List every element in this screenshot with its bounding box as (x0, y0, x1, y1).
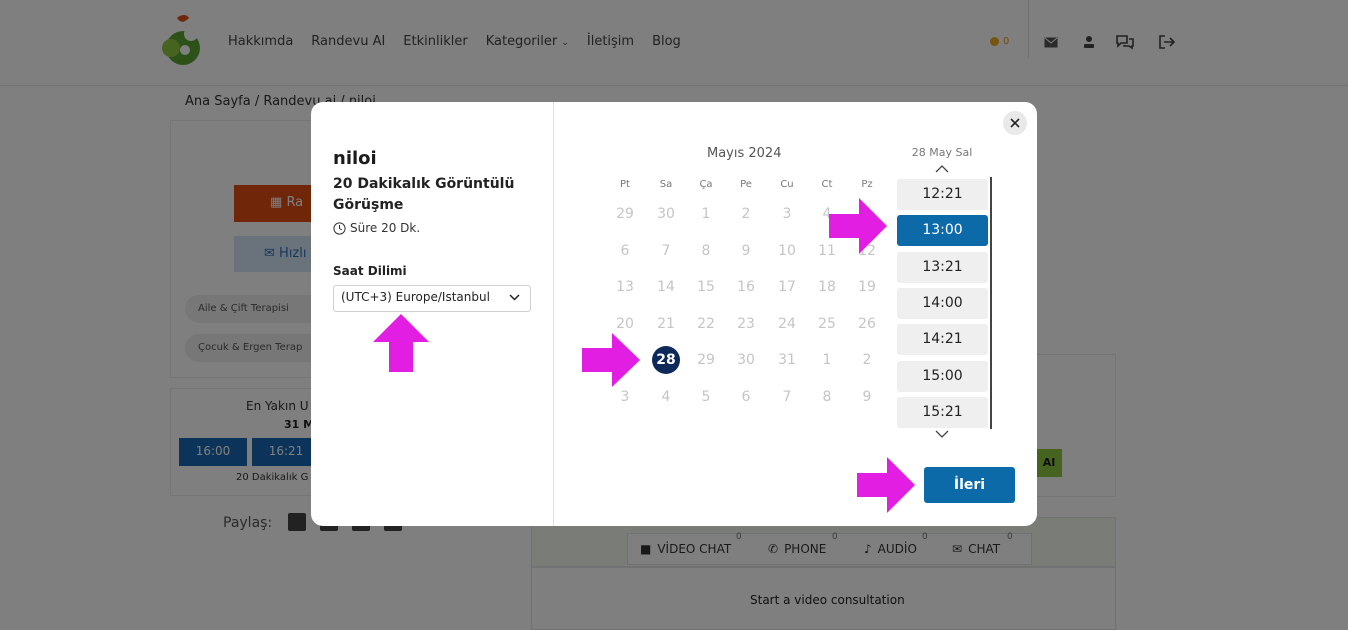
timezone-label: Saat Dilimi (333, 264, 407, 278)
close-button[interactable] (1003, 111, 1027, 135)
slot-date-label: 28 May Sal (911, 146, 973, 159)
calendar-day: 26 (858, 315, 876, 332)
weekday-header: Pt (620, 179, 630, 190)
calendar-day: 2 (741, 206, 751, 222)
calendar-day: 3 (782, 206, 792, 222)
weekday-header: Pz (861, 179, 873, 190)
calendar-day: 1 (701, 206, 711, 222)
calendar-day: 9 (741, 242, 751, 259)
timezone-select[interactable]: (UTC+3) Europe/Istanbul (333, 285, 531, 312)
calendar-day: 6 (620, 242, 630, 259)
duration-text: Süre 20 Dk. (350, 221, 421, 235)
arrow-right-icon (582, 333, 640, 387)
chevron-up-icon[interactable] (935, 164, 949, 173)
calendar-day: 16 (737, 279, 755, 295)
calendar-day: 2 (862, 352, 872, 368)
calendar-day: 23 (737, 315, 755, 332)
time-slot[interactable]: 14:00 (897, 287, 988, 319)
calendar-day: 9 (862, 388, 872, 405)
calendar-day: 6 (741, 388, 751, 405)
time-slot[interactable]: 14:21 (897, 324, 988, 356)
calendar-day: 15 (697, 279, 715, 295)
time-slot[interactable]: 13:21 (897, 251, 988, 283)
calendar-day: 13 (616, 279, 634, 295)
calendar-day: 14 (657, 279, 675, 295)
modal-divider (553, 102, 554, 526)
calendar-day-selected[interactable]: 28 (652, 346, 680, 374)
weekday-header: Ça (699, 179, 713, 190)
month-title: Mayıs 2024 (707, 146, 782, 161)
weekday-header: Cu (780, 179, 794, 190)
calendar-day: 1 (822, 352, 832, 368)
arrow-right-icon (829, 198, 887, 254)
calendar-day: 29 (616, 206, 634, 222)
calendar-day: 7 (661, 242, 671, 259)
calendar-day: 10 (778, 242, 796, 259)
calendar-day: 29 (697, 352, 715, 368)
time-slot-selected[interactable]: 13:00 (897, 215, 988, 247)
calendar-day: 24 (778, 315, 796, 332)
weekday-header: Pe (740, 179, 752, 190)
slot-scrollbar[interactable] (990, 177, 992, 429)
clock-icon (333, 221, 346, 235)
expert-name: niloi (333, 148, 377, 169)
service-name: 20 Dakikalık Görüntülü Görüşme (333, 176, 515, 213)
next-button[interactable]: İleri (924, 467, 1015, 503)
chevron-down-icon[interactable] (935, 430, 949, 439)
calendar-day: 8 (822, 388, 832, 405)
calendar-day: 18 (818, 279, 836, 295)
calendar-day: 7 (782, 388, 792, 405)
time-slot[interactable]: 12:21 (897, 179, 988, 210)
calendar-day: 5 (701, 388, 711, 405)
calendar-day: 30 (737, 352, 755, 368)
calendar-day: 8 (701, 242, 711, 259)
arrow-up-icon (373, 314, 429, 372)
calendar-day: 30 (657, 206, 675, 222)
calendar-day: 17 (778, 279, 796, 295)
time-slot[interactable]: 15:21 (897, 396, 988, 428)
weekday-header: Ct (821, 179, 833, 190)
calendar-day: 4 (661, 388, 671, 405)
arrow-right-icon (857, 457, 915, 513)
close-icon (1010, 118, 1020, 128)
calendar-day: 31 (778, 352, 796, 368)
calendar-day: 19 (858, 279, 876, 295)
calendar-day: 22 (697, 315, 715, 332)
duration-info: Süre 20 Dk. (333, 221, 420, 235)
calendar-day: 21 (657, 315, 675, 332)
weekday-header: Sa (659, 179, 673, 190)
time-slot[interactable]: 15:00 (897, 360, 988, 392)
timezone-value: (UTC+3) Europe/Istanbul (341, 290, 490, 304)
calendar-day: 25 (818, 315, 836, 332)
chevron-down-icon (509, 294, 520, 301)
